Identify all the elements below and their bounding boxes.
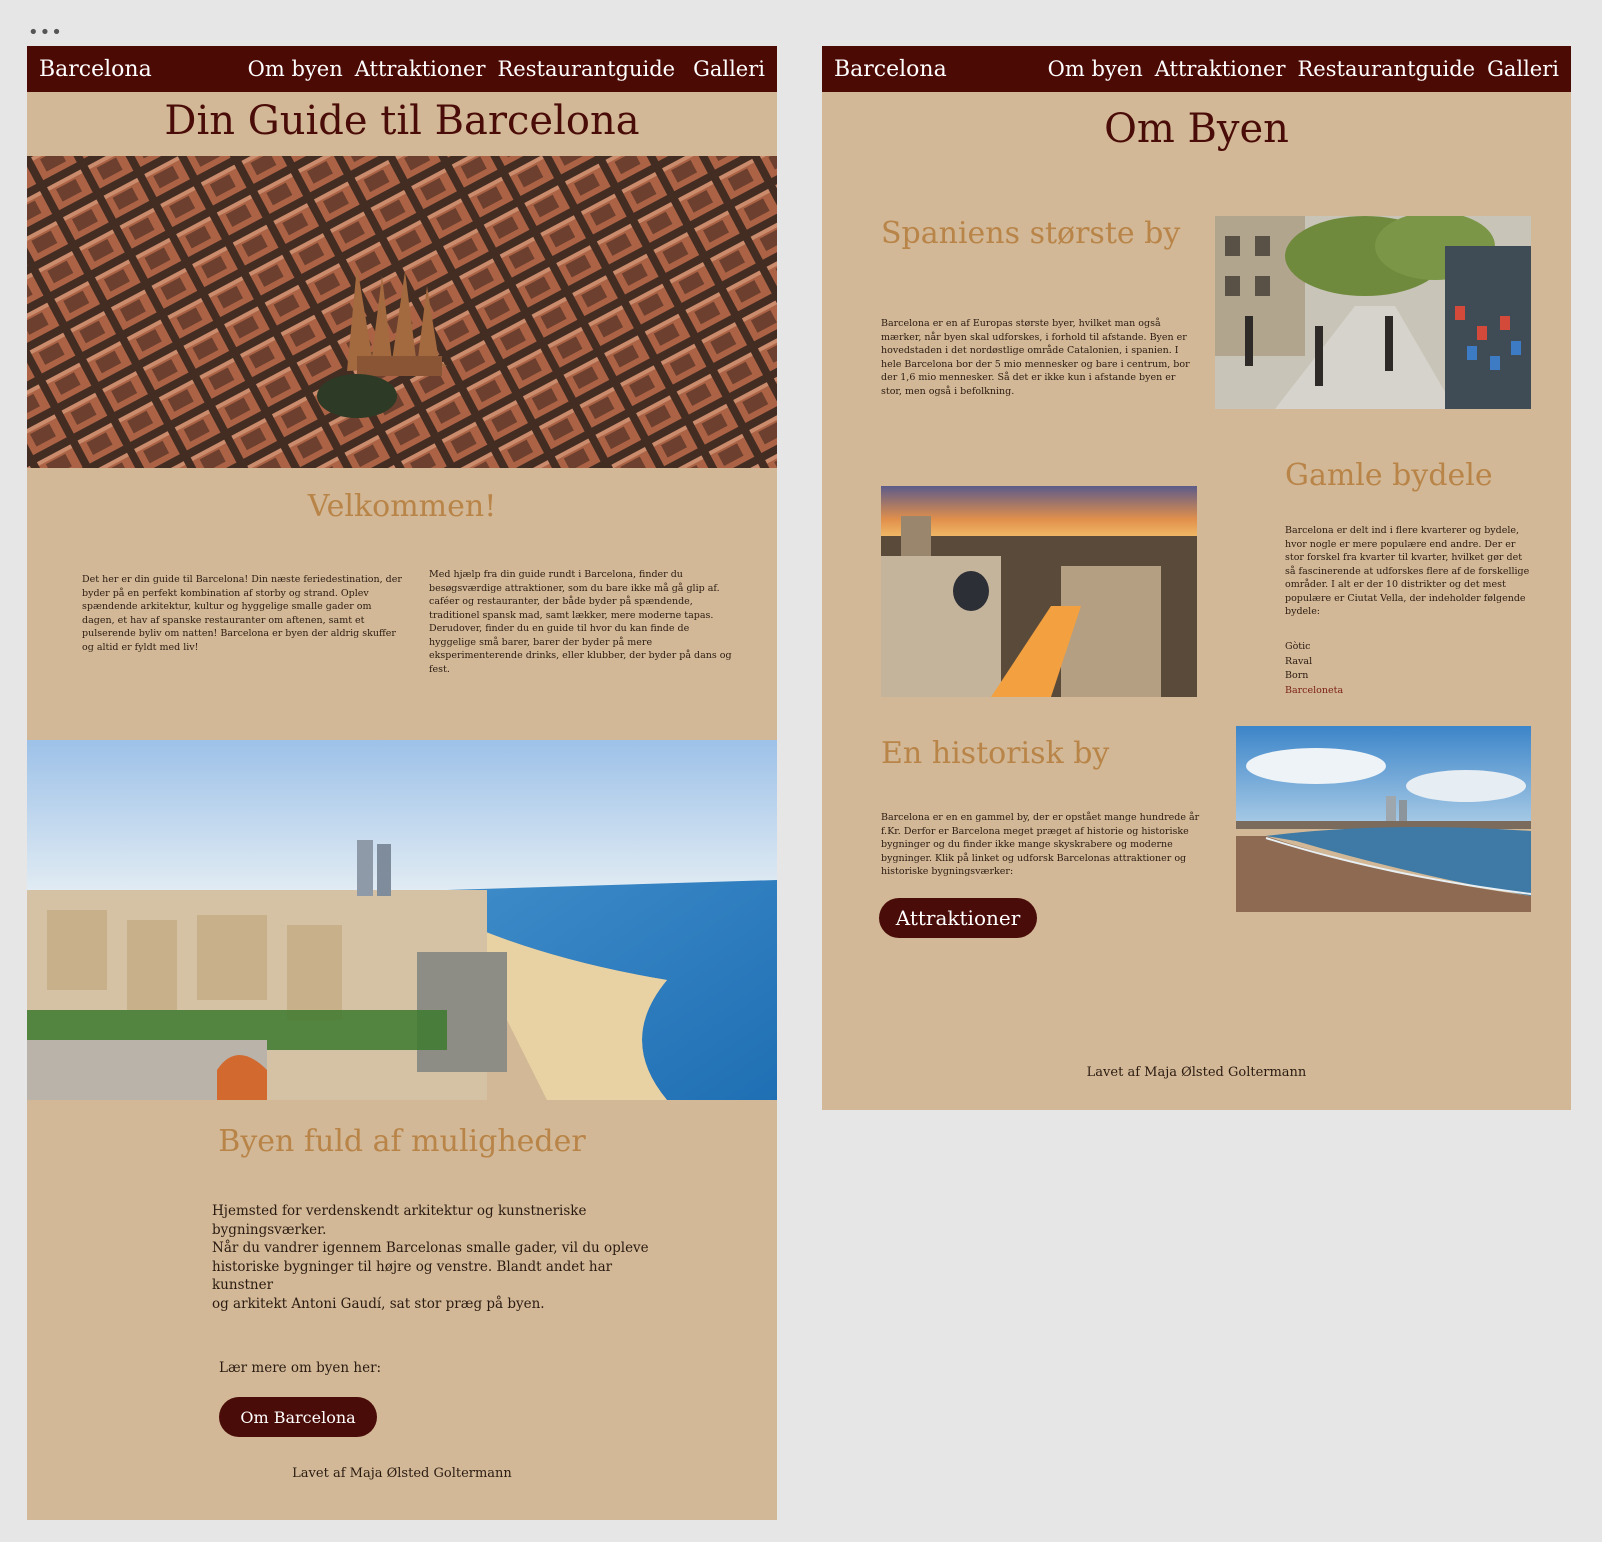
menu-dots[interactable]: ••• <box>28 22 63 43</box>
welcome-column-1: Det her er din guide til Barcelona! Din … <box>82 574 402 653</box>
about-page: Barcelona Om byen Attraktioner Restauran… <box>822 46 1571 1110</box>
nav-links: Om byen Attraktioner Restaurantguide Gal… <box>248 57 765 81</box>
nav-link-galleri[interactable]: Galleri <box>693 57 765 81</box>
home-navbar: Barcelona Om byen Attraktioner Restauran… <box>27 46 777 92</box>
nav-link-attraktioner[interactable]: Attraktioner <box>355 57 486 81</box>
beach-panorama-image <box>27 740 777 1100</box>
attraktioner-button[interactable]: Attraktioner <box>879 898 1037 938</box>
section2-heading: Byen fuld af muligheder <box>218 1124 586 1159</box>
about-navbar: Barcelona Om byen Attraktioner Restauran… <box>822 46 1571 92</box>
list-item: Born <box>1285 670 1309 681</box>
nav-link-om-byen[interactable]: Om byen <box>1048 57 1143 81</box>
page-title: Om Byen <box>1104 106 1289 152</box>
street-market-image <box>1215 216 1531 409</box>
section2-line: Når du vandrer igennem Barcelonas smalle… <box>212 1240 649 1256</box>
nav-link-restaurantguide[interactable]: Restaurantguide <box>1298 57 1476 81</box>
home-page: Barcelona Om byen Attraktioner Restauran… <box>27 46 777 1520</box>
s3-text: Barcelona er en en gammel by, der er ops… <box>881 812 1200 877</box>
s2-list: Gòtic Raval Born Barceloneta <box>1285 640 1343 698</box>
nav-brand[interactable]: Barcelona <box>834 57 947 82</box>
s1-heading: Spaniens største by <box>881 216 1181 251</box>
learn-more-label: Lær mere om byen her: <box>219 1360 382 1376</box>
welcome-heading: Velkommen! <box>307 489 497 524</box>
section2-line: historiske bygninger til højre og venstr… <box>212 1258 613 1294</box>
nav-link-om-byen[interactable]: Om byen <box>248 57 343 81</box>
section2-paragraph: Hjemsted for verdenskendt arkitektur og … <box>212 1202 662 1313</box>
s2-heading: Gamle bydele <box>1285 458 1493 493</box>
nav-brand[interactable]: Barcelona <box>39 57 152 82</box>
nav-link-galleri[interactable]: Galleri <box>1487 57 1559 81</box>
s3-heading: En historisk by <box>881 736 1110 771</box>
footer-credit: Lavet af Maja Ølsted Goltermann <box>292 1466 512 1481</box>
footer-credit: Lavet af Maja Ølsted Goltermann <box>1086 1065 1307 1080</box>
welcome-column-2: Med hjælp fra din guide rundt i Barcelon… <box>429 569 732 675</box>
list-item: Raval <box>1285 655 1313 667</box>
s2-text: Barcelona er delt ind i flere kvarterer … <box>1285 525 1530 617</box>
s1-text: Barcelona er en af Europas største byer,… <box>881 318 1190 397</box>
nav-link-restaurantguide[interactable]: Restaurantguide <box>498 57 676 81</box>
section2-line: og arkitekt Antoni Gaudí, sat stor præg … <box>212 1295 545 1312</box>
city-sunset-image <box>881 486 1197 697</box>
hero-aerial-image <box>27 156 777 468</box>
list-item: Gòtic <box>1285 641 1311 652</box>
beach-image <box>1236 726 1531 912</box>
page-title: Din Guide til Barcelona <box>164 98 640 144</box>
nav-link-attraktioner[interactable]: Attraktioner <box>1155 57 1286 81</box>
section2-line: Hjemsted for verdenskendt arkitektur og … <box>212 1203 587 1238</box>
nav-links: Om byen Attraktioner Restaurantguide Gal… <box>1048 57 1559 81</box>
om-barcelona-button[interactable]: Om Barcelona <box>219 1397 377 1437</box>
list-item[interactable]: Barceloneta <box>1285 684 1343 699</box>
